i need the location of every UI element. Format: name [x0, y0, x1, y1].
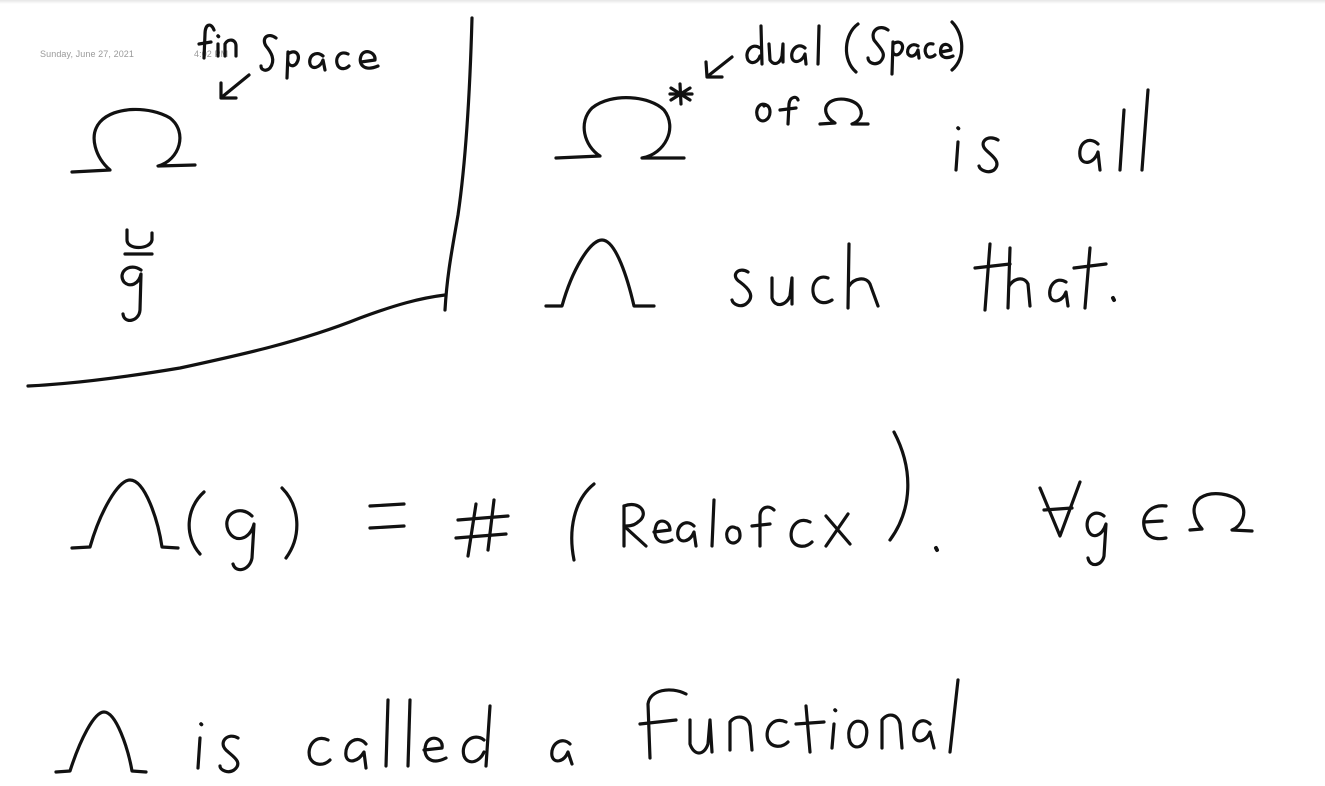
dual-space-ink	[704, 20, 964, 79]
handwriting-ink	[26, 16, 1254, 774]
g-element-ink	[120, 228, 154, 322]
note-page: Sunday, June 27, 2021 4:02 PM fin Space …	[0, 0, 1325, 786]
lambda-ink-1	[544, 238, 656, 308]
of-omega-ink	[755, 95, 870, 126]
equation-ink	[70, 430, 1254, 572]
such-ink	[730, 242, 880, 310]
divider-vertical-stroke	[443, 16, 474, 312]
divider-curve-stroke	[26, 293, 447, 388]
fin-space-ink	[197, 23, 380, 100]
that-ink	[973, 242, 1116, 312]
is-all-ink	[954, 88, 1150, 174]
conclusion-ink	[54, 678, 960, 774]
omega-star-ink	[554, 82, 694, 160]
omega-left-ink	[70, 107, 197, 174]
